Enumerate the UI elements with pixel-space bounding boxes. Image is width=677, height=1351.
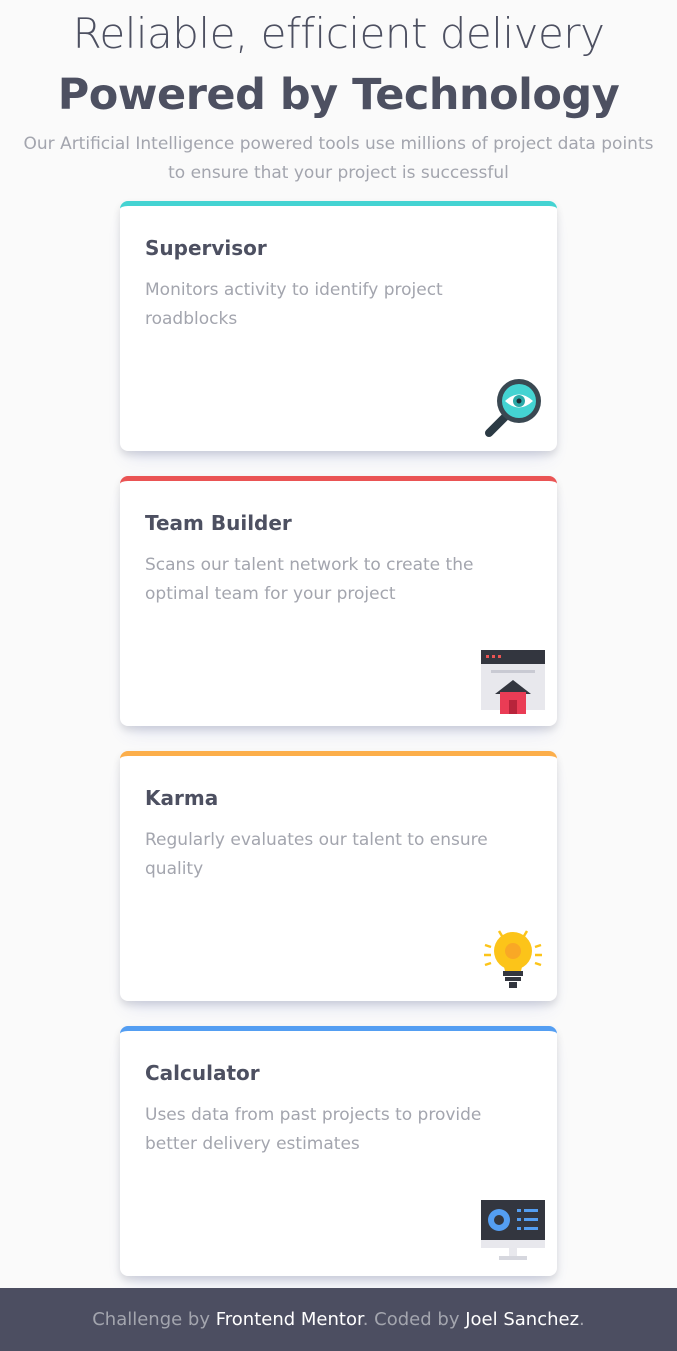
- card-title: Calculator: [145, 1061, 260, 1085]
- card-karma: Karma Regularly evaluates our talent to …: [120, 751, 557, 1001]
- frontend-mentor-link[interactable]: Frontend Mentor: [216, 1309, 363, 1330]
- card-description: Regularly evaluates our talent to ensure…: [145, 830, 488, 879]
- footer-suffix: .: [579, 1309, 585, 1330]
- author-link[interactable]: Joel Sanchez: [465, 1309, 579, 1330]
- attribution-footer: Challenge by Frontend Mentor. Coded by J…: [0, 1288, 677, 1351]
- card-team-builder: Team Builder Scans our talent network to…: [120, 476, 557, 726]
- card-description: Monitors activity to identify project ro…: [145, 280, 443, 329]
- monitor-calculator-icon: [481, 1200, 545, 1260]
- magnifier-eye-icon: [485, 379, 541, 437]
- card-supervisor: Supervisor Monitors activity to identify…: [120, 201, 557, 451]
- page-header: Reliable, efficient delivery Powered by …: [0, 0, 677, 188]
- card-title: Karma: [145, 786, 219, 810]
- card-title: Team Builder: [145, 511, 292, 535]
- card-description: Uses data from past projects to provide …: [145, 1105, 482, 1154]
- card-title: Supervisor: [145, 236, 267, 260]
- footer-middle: . Coded by: [362, 1309, 466, 1330]
- card-calculator: Calculator Uses data from past projects …: [120, 1026, 557, 1276]
- page-title-light: Reliable, efficient delivery: [72, 9, 605, 58]
- lightbulb-icon: [484, 930, 542, 988]
- page-subtitle: Our Artificial Intelligence powered tool…: [23, 134, 654, 183]
- page-title-bold: Powered by Technology: [57, 70, 620, 120]
- browser-house-icon: [481, 650, 545, 714]
- card-description: Scans our talent network to create the o…: [145, 555, 474, 604]
- footer-prefix: Challenge by: [92, 1309, 216, 1330]
